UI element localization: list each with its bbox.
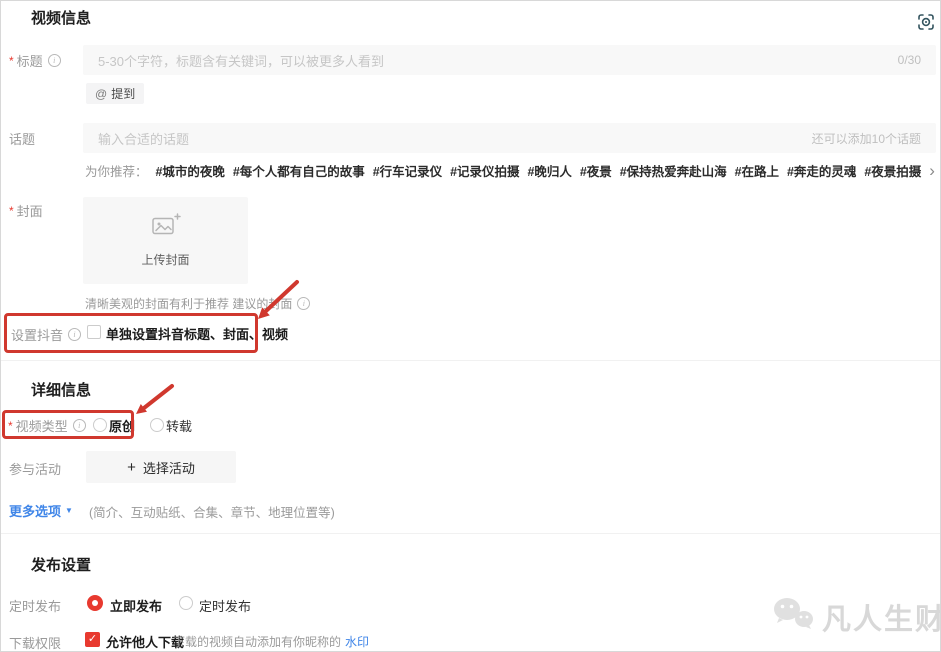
upload-image-icon xyxy=(151,213,181,242)
activity-label: 参与活动 xyxy=(9,459,61,478)
watermark-link[interactable]: 水印 xyxy=(345,633,369,650)
required-mark: * xyxy=(9,54,14,68)
topic-remaining-hint: 还可以添加10个话题 xyxy=(812,130,921,147)
caret-down-icon: ▼ xyxy=(65,506,73,515)
hashtag[interactable]: #城市的夜晚 xyxy=(155,161,224,180)
title-label-text: 标题 xyxy=(17,51,43,70)
topic-field-label: 话题 xyxy=(9,129,35,148)
mention-button-label: 提到 xyxy=(111,85,135,102)
download-permission-label: 下载权限 xyxy=(9,633,61,652)
hashtag[interactable]: #夜景拍摄 xyxy=(864,161,921,180)
hashtag[interactable]: #行车记录仪 xyxy=(373,161,442,180)
annotation-box-video-type xyxy=(2,410,134,439)
at-icon: @ xyxy=(95,87,107,101)
annotation-box-douyin xyxy=(4,313,258,353)
cover-upload-label: 上传封面 xyxy=(141,251,189,268)
topic-input[interactable]: 输入合适的话题 还可以添加10个话题 xyxy=(83,123,936,153)
hashtag-suggestions: 为你推荐： #城市的夜晚 #每个人都有自己的故事 #行车记录仪 #记录仪拍摄 #… xyxy=(85,161,935,180)
activity-label-text: 参与活动 xyxy=(9,459,61,478)
info-icon[interactable]: i xyxy=(48,54,61,67)
page-watermark: 凡人生财 xyxy=(771,595,941,638)
required-mark: * xyxy=(9,204,14,218)
radio-publish-timed[interactable] xyxy=(179,596,193,610)
hashtag[interactable]: #记录仪拍摄 xyxy=(450,161,519,180)
annotation-arrow-video-type xyxy=(130,382,178,425)
schedule-label-text: 定时发布 xyxy=(9,596,61,615)
download-hint: 下载的视频自动添加有你昵称的 水印 xyxy=(173,633,369,650)
check-icon: ✓ xyxy=(88,633,97,645)
hashtag[interactable]: #夜景 xyxy=(580,161,612,180)
title-char-counter: 0/30 xyxy=(898,53,921,67)
select-activity-button[interactable]: + 选择活动 xyxy=(86,451,236,483)
cover-field-label: * 封面 xyxy=(9,201,43,220)
hashtag[interactable]: #晚归人 xyxy=(527,161,571,180)
title-field-label: * 标题 i xyxy=(9,51,61,70)
annotation-arrow-douyin xyxy=(251,278,303,329)
mention-button[interactable]: @ 提到 xyxy=(86,83,144,104)
hashtag[interactable]: #奔走的灵魂 xyxy=(787,161,856,180)
more-options-toggle[interactable]: 更多选项 ▼ xyxy=(9,501,73,520)
chevron-right-icon[interactable]: › xyxy=(929,165,935,177)
plus-icon: + xyxy=(127,459,136,476)
wechat-logo-icon xyxy=(771,595,815,638)
publish-section-title: 发布设置 xyxy=(31,554,91,575)
cover-upload-button[interactable]: 上传封面 xyxy=(83,197,248,284)
radio-publish-now-label[interactable]: 立即发布 xyxy=(110,596,162,615)
topic-label-text: 话题 xyxy=(9,129,35,148)
select-activity-label: 选择活动 xyxy=(143,458,195,477)
hashtag[interactable]: #保持热爱奔赴山海 xyxy=(620,161,727,180)
topic-placeholder: 输入合适的话题 xyxy=(98,129,812,148)
video-upload-form: 视频信息 * 标题 i 5-30个字符，标题含有关键词，可以被更多人看到 0/3… xyxy=(0,0,941,652)
page-title: 视频信息 xyxy=(31,7,91,28)
download-hint-text: 下载的视频自动添加有你昵称的 xyxy=(173,633,341,650)
recommend-label: 为你推荐： xyxy=(85,161,148,180)
divider xyxy=(1,533,940,534)
watermark-text: 凡人生财 xyxy=(822,596,941,638)
screen-capture-icon[interactable] xyxy=(916,12,936,32)
divider xyxy=(1,360,940,361)
title-placeholder: 5-30个字符，标题含有关键词，可以被更多人看到 xyxy=(98,51,898,70)
cover-label-text: 封面 xyxy=(17,201,43,220)
hashtag[interactable]: #每个人都有自己的故事 xyxy=(233,161,365,180)
hashtag[interactable]: #在路上 xyxy=(735,161,779,180)
download-label-text: 下载权限 xyxy=(9,633,61,652)
more-options-hint: (简介、互动贴纸、合集、章节、地理位置等) xyxy=(89,502,335,521)
title-input[interactable]: 5-30个字符，标题含有关键词，可以被更多人看到 0/30 xyxy=(83,45,936,75)
schedule-label: 定时发布 xyxy=(9,596,61,615)
details-section-title: 详细信息 xyxy=(31,379,91,400)
more-options-label: 更多选项 xyxy=(9,501,61,520)
radio-publish-now[interactable] xyxy=(87,595,103,611)
allow-download-checkbox[interactable]: ✓ xyxy=(85,632,100,647)
radio-publish-timed-label[interactable]: 定时发布 xyxy=(199,596,251,615)
